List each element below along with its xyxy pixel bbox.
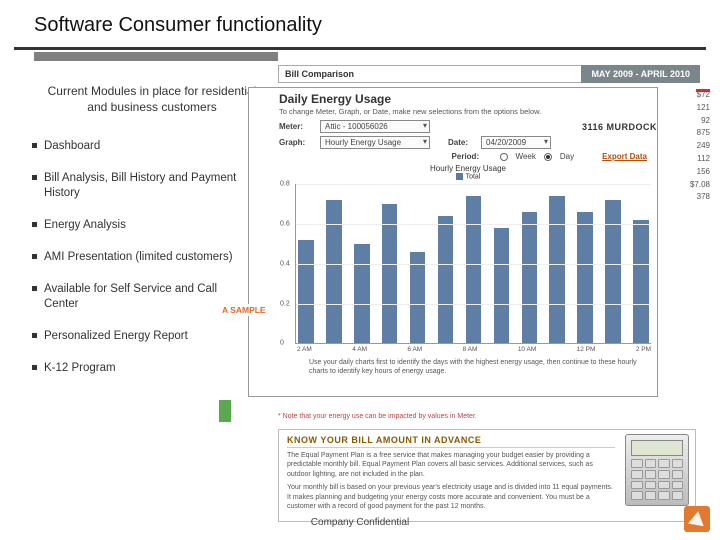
sidebar-value: 156 <box>684 166 710 179</box>
module-list-item: Dashboard <box>32 139 252 154</box>
meter-label: Meter: <box>279 122 315 131</box>
chart-bar <box>326 200 342 343</box>
module-list: Dashboard Bill Analysis, Bill History and… <box>26 139 278 375</box>
sidebar-value: 112 <box>684 153 710 166</box>
title-rule <box>14 47 706 50</box>
x-tick-label: 12 PM <box>577 346 596 353</box>
x-tick-label: 8 AM <box>463 346 478 353</box>
chart-bar <box>522 212 538 343</box>
page-title: Software Consumer functionality <box>0 0 720 47</box>
x-tick-label: 4 AM <box>352 346 367 353</box>
sidebar-value: 249 <box>684 140 710 153</box>
chart-bar <box>410 252 426 343</box>
chart-bar <box>633 220 649 343</box>
module-list-item: Energy Analysis <box>32 218 252 233</box>
graph-select[interactable]: Hourly Energy Usage <box>320 136 430 149</box>
daily-usage-panel: A SAMPLE Daily Energy Usage To change Me… <box>248 87 658 397</box>
grey-bar <box>34 52 278 61</box>
module-list-item: K-12 Program <box>32 361 252 376</box>
chart-title: Hourly Energy Usage <box>279 164 657 173</box>
gridline <box>296 184 651 185</box>
sidebar-values: $7212192875249112156$7.08378 <box>684 89 710 204</box>
address-text: 3116 MURDOCK <box>582 122 657 132</box>
y-tick-label: 0.6 <box>280 221 290 228</box>
sidebar-value: $7.08 <box>684 179 710 192</box>
day-radio[interactable] <box>544 153 552 161</box>
daily-usage-title: Daily Energy Usage <box>279 88 657 107</box>
know-bill-p1: The Equal Payment Plan is a free service… <box>287 451 615 479</box>
chart-bar <box>354 244 370 343</box>
module-list-item: Bill Analysis, Bill History and Payment … <box>32 171 252 201</box>
daily-usage-subtitle: To change Meter, Graph, or Date, make ne… <box>279 107 657 116</box>
red-footnote: * Note that your energy use can be impac… <box>278 413 477 420</box>
graph-label: Graph: <box>279 138 315 147</box>
date-range-header: MAY 2009 - APRIL 2010 <box>581 65 700 83</box>
chart-bar <box>466 196 482 343</box>
sidebar-value: 121 <box>684 102 710 115</box>
y-tick-label: 0.8 <box>280 181 290 188</box>
day-option: Day <box>560 152 574 161</box>
chart-legend: Total <box>279 173 657 180</box>
meter-select[interactable]: Attic - 100056026 <box>320 120 430 133</box>
period-label: Period: <box>452 152 492 161</box>
chart-bar <box>298 240 314 343</box>
content-row: Current Modules in place for residential… <box>0 61 720 393</box>
sidebar-value: 378 <box>684 191 710 204</box>
week-option: Week <box>516 152 536 161</box>
left-column: Current Modules in place for residential… <box>14 61 278 393</box>
legend-swatch <box>456 173 463 180</box>
sidebar-value: 875 <box>684 127 710 140</box>
know-bill-panel: KNOW YOUR BILL AMOUNT IN ADVANCE The Equ… <box>278 429 696 522</box>
x-tick-label: 6 AM <box>407 346 422 353</box>
calculator-icon <box>625 434 689 506</box>
module-list-item: Personalized Energy Report <box>32 329 252 344</box>
intro-text: Current Modules in place for residential… <box>42 83 262 115</box>
sidebar-value: 92 <box>684 115 710 128</box>
date-label: Date: <box>448 138 476 147</box>
know-bill-header: KNOW YOUR BILL AMOUNT IN ADVANCE <box>287 435 615 448</box>
date-select[interactable]: 04/20/2009 <box>481 136 551 149</box>
module-list-item: AMI Presentation (limited customers) <box>32 250 252 265</box>
footer-text: Company Confidential <box>0 517 720 528</box>
gridline <box>296 264 651 265</box>
chart-bar <box>438 216 454 343</box>
y-tick-label: 0.2 <box>280 300 290 307</box>
y-tick-label: 0.4 <box>280 260 290 267</box>
legend-label: Total <box>466 173 481 180</box>
chart-area: 00.20.40.60.8 <box>295 184 651 344</box>
gridline <box>296 224 651 225</box>
sample-label: A SAMPLE <box>219 304 269 316</box>
know-bill-p2: Your monthly bill is based on your previ… <box>287 483 615 511</box>
right-column: Bill Comparison MAY 2009 - APRIL 2010 $7… <box>278 61 706 393</box>
green-accent <box>219 400 231 422</box>
sidebar-value: $72 <box>684 89 710 102</box>
chart-bar <box>577 212 593 343</box>
x-tick-label: 10 AM <box>518 346 536 353</box>
gridline <box>296 304 651 305</box>
chart-bar <box>605 200 621 343</box>
usage-tip: Use your daily charts first to identify … <box>309 359 649 376</box>
x-tick-label: 2 AM <box>297 346 312 353</box>
y-tick-label: 0 <box>280 340 284 347</box>
x-tick-label: 2 PM <box>636 346 651 353</box>
x-axis-ticks: 2 AM 4 AM 6 AM 8 AM 10 AM 12 PM 2 PM <box>297 346 651 353</box>
chart-bar <box>549 196 565 343</box>
chart-bar <box>494 228 510 343</box>
corner-logo-icon <box>684 506 710 532</box>
week-radio[interactable] <box>500 153 508 161</box>
export-link[interactable]: Export Data <box>602 152 647 161</box>
